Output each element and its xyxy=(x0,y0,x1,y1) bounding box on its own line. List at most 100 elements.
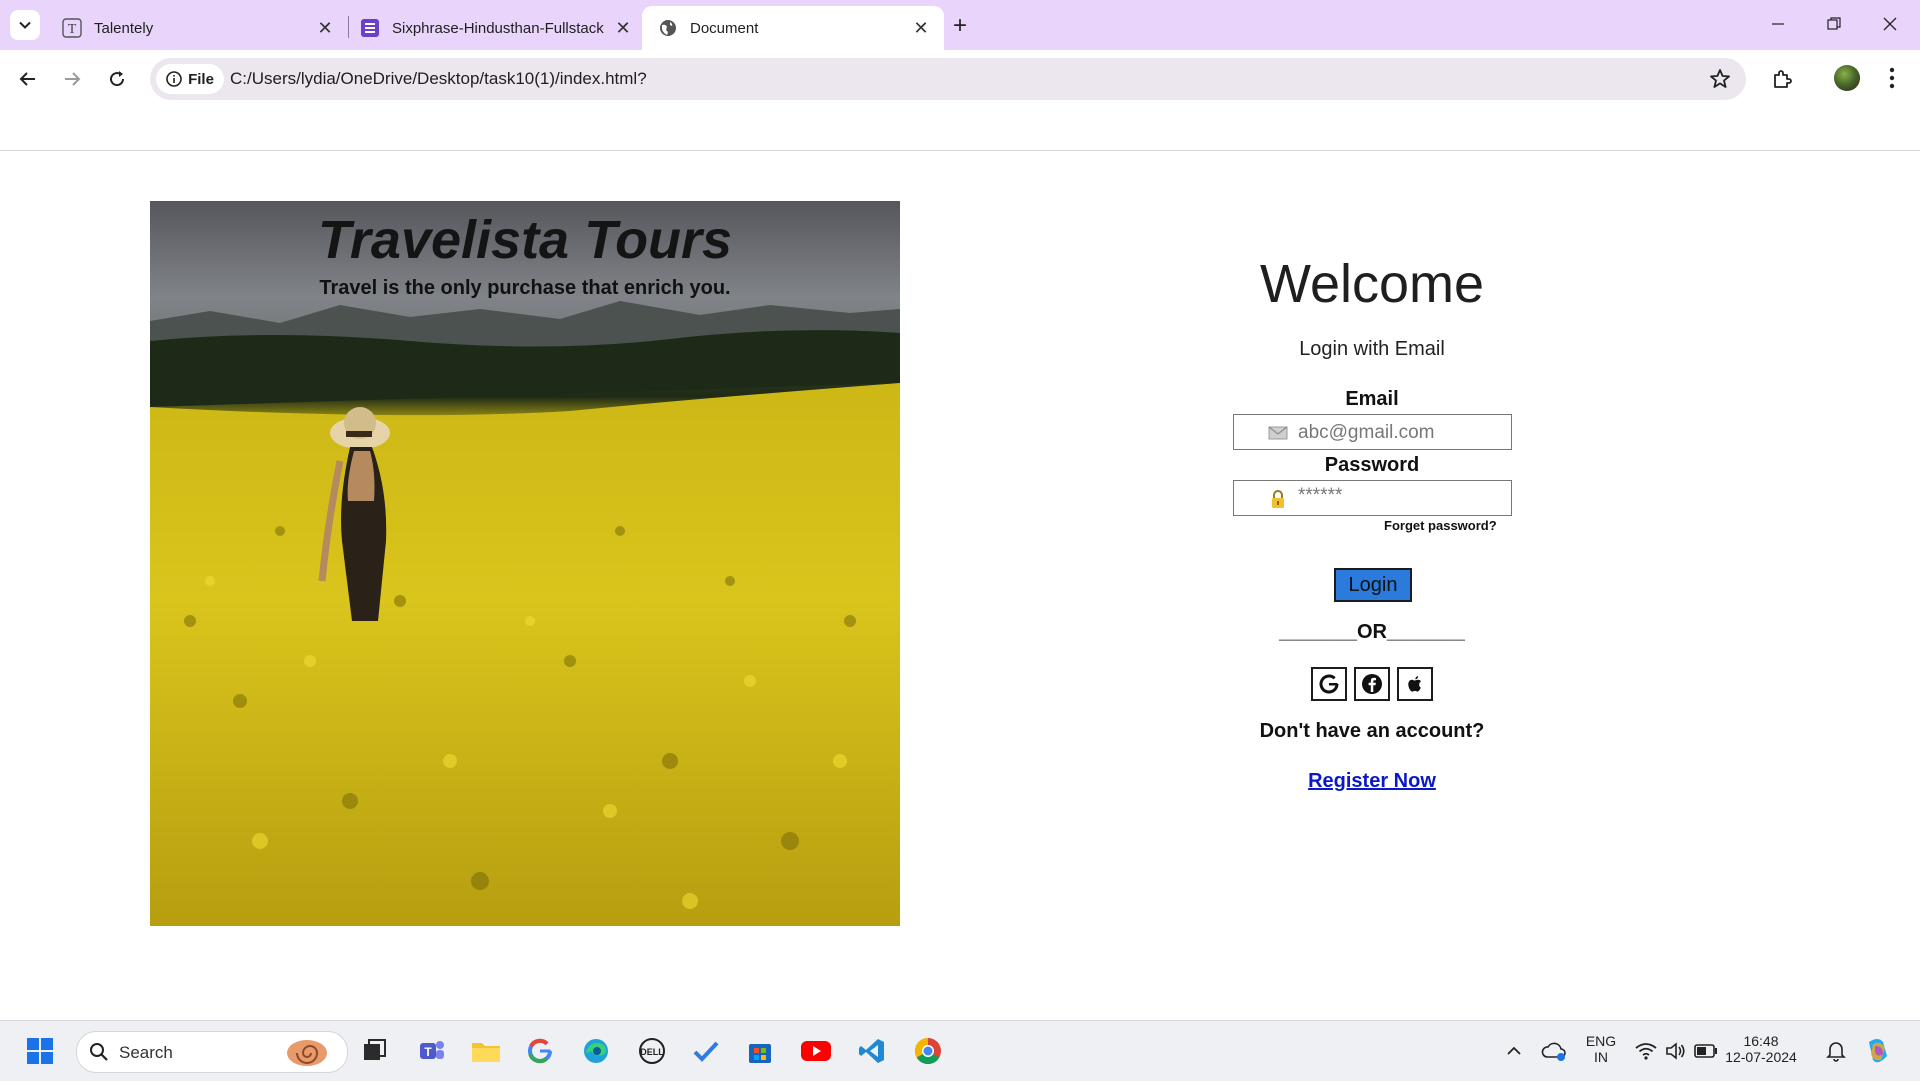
more-vertical-icon xyxy=(1889,67,1895,89)
bookmark-star-icon[interactable] xyxy=(1708,67,1732,91)
tab-talentely[interactable]: T Talentely ✕ xyxy=(46,6,348,50)
windows-logo-icon xyxy=(27,1038,53,1064)
arrow-right-icon xyxy=(65,72,81,86)
onedrive-tray[interactable] xyxy=(1538,1035,1570,1067)
clock[interactable]: 16:48 12-07-2024 xyxy=(1718,1033,1804,1065)
speaker-icon xyxy=(1666,1042,1685,1060)
svg-text:DELL: DELL xyxy=(640,1047,664,1057)
register-now-link[interactable]: Register Now xyxy=(1172,770,1572,793)
email-field[interactable]: abc@gmail.com xyxy=(1233,414,1512,450)
dell-app[interactable]: DELL xyxy=(636,1035,668,1067)
dell-logo-icon: DELL xyxy=(639,1038,665,1064)
browser-tab-strip: T Talentely ✕ Sixphrase-Hindusthan-Fulls… xyxy=(0,0,1920,50)
teams-icon: T xyxy=(420,1041,444,1059)
wifi-tray[interactable] xyxy=(1630,1035,1662,1067)
close-tab-icon[interactable]: ✕ xyxy=(910,17,932,39)
taskbar-search-box[interactable]: Search xyxy=(76,1031,348,1073)
wifi-icon xyxy=(1635,1043,1657,1060)
apple-login-button[interactable] xyxy=(1397,667,1433,701)
tab-title: Document xyxy=(690,19,759,37)
folder-icon xyxy=(472,1043,500,1062)
close-icon xyxy=(1883,17,1897,31)
vscode-icon xyxy=(859,1039,884,1063)
chevron-up-icon xyxy=(1507,1046,1521,1055)
google-login-button[interactable] xyxy=(1311,667,1347,701)
tab-sixphrase[interactable]: Sixphrase-Hindusthan-Fullstack ✕ xyxy=(344,6,646,50)
email-placeholder: abc@gmail.com xyxy=(1298,422,1435,443)
welcome-heading: Welcome xyxy=(1259,254,1485,314)
edge-app[interactable] xyxy=(580,1035,612,1067)
arrow-left-icon xyxy=(19,72,35,86)
apple-icon xyxy=(1408,676,1421,692)
envelope-icon xyxy=(1268,426,1288,440)
copilot-button[interactable] xyxy=(1862,1035,1894,1067)
google-app[interactable] xyxy=(524,1035,556,1067)
close-tab-icon[interactable]: ✕ xyxy=(314,17,336,39)
copilot-icon xyxy=(1869,1039,1887,1063)
password-label: Password xyxy=(1324,454,1420,476)
address-bar[interactable]: File C:/Users/lydia/OneDrive/Desktop/tas… xyxy=(150,58,1746,100)
back-button[interactable] xyxy=(12,63,44,95)
puzzle-piece-icon xyxy=(1774,70,1792,88)
minimize-button[interactable] xyxy=(1750,8,1806,40)
taskbar-search-label: Search xyxy=(119,1043,173,1062)
minimize-icon xyxy=(1772,23,1784,25)
globe-icon xyxy=(658,18,678,38)
language-indicator[interactable]: ENG IN xyxy=(1582,1033,1620,1065)
start-button[interactable] xyxy=(24,1035,56,1067)
google-icon xyxy=(1319,674,1339,694)
volume-tray[interactable] xyxy=(1660,1035,1692,1067)
page-top-border xyxy=(0,150,1920,151)
password-field[interactable]: ****** xyxy=(1233,480,1512,516)
close-tab-icon[interactable]: ✕ xyxy=(612,17,634,39)
browser-menu-button[interactable] xyxy=(1880,63,1904,93)
close-window-button[interactable] xyxy=(1862,8,1918,40)
reload-button[interactable] xyxy=(101,63,133,95)
store-bag-icon xyxy=(749,1044,771,1063)
tab-document[interactable]: Document ✕ xyxy=(642,6,944,50)
tab-search-button[interactable] xyxy=(10,10,40,40)
youtube-icon xyxy=(801,1041,831,1061)
site-info-chip[interactable]: File xyxy=(156,64,224,94)
clock-date: 12-07-2024 xyxy=(1725,1049,1797,1065)
task-view-button[interactable] xyxy=(358,1035,390,1067)
restore-button[interactable] xyxy=(1806,8,1862,40)
show-hidden-icons-button[interactable] xyxy=(1498,1035,1530,1067)
region-code: IN xyxy=(1594,1049,1608,1065)
chevron-down-icon xyxy=(19,21,31,29)
notifications-tray[interactable] xyxy=(1820,1035,1852,1067)
restore-icon xyxy=(1827,17,1841,30)
forward-button[interactable] xyxy=(56,63,88,95)
store-app[interactable] xyxy=(744,1035,776,1067)
youtube-app[interactable] xyxy=(800,1035,832,1067)
language-code: ENG xyxy=(1585,1033,1617,1049)
login-subheading: Login with Email xyxy=(1299,338,1445,360)
lock-icon xyxy=(1272,490,1284,508)
file-chip-label: File xyxy=(188,70,214,88)
or-divider: _______OR_______ xyxy=(1279,621,1465,643)
facebook-login-button[interactable] xyxy=(1354,667,1390,701)
vscode-app[interactable] xyxy=(856,1035,888,1067)
hero-tagline: Travel is the only purchase that enrich … xyxy=(319,277,731,299)
svg-text:T: T xyxy=(68,22,77,37)
teams-app[interactable]: T xyxy=(416,1035,448,1067)
document-list-icon xyxy=(360,18,380,38)
new-tab-button[interactable]: + xyxy=(946,12,974,40)
email-label: Email xyxy=(1345,388,1399,410)
no-account-text: Don't have an account? xyxy=(1259,720,1485,742)
profile-avatar[interactable] xyxy=(1834,65,1860,91)
clock-time: 16:48 xyxy=(1743,1033,1779,1049)
battery-icon xyxy=(1694,1044,1717,1058)
todo-app[interactable] xyxy=(690,1035,722,1067)
chrome-app[interactable] xyxy=(912,1035,944,1067)
edge-icon xyxy=(584,1039,608,1063)
svg-text:T: T xyxy=(424,1045,432,1059)
url-text[interactable]: C:/Users/lydia/OneDrive/Desktop/task10(1… xyxy=(230,69,647,89)
chrome-icon xyxy=(914,1037,941,1065)
info-icon xyxy=(166,71,182,87)
extensions-button[interactable] xyxy=(1766,63,1798,95)
checkmark-icon xyxy=(693,1041,719,1062)
login-button[interactable]: Login xyxy=(1334,568,1412,602)
file-explorer-app[interactable] xyxy=(470,1035,502,1067)
forgot-password-link[interactable]: Forget password? xyxy=(1384,518,1497,533)
